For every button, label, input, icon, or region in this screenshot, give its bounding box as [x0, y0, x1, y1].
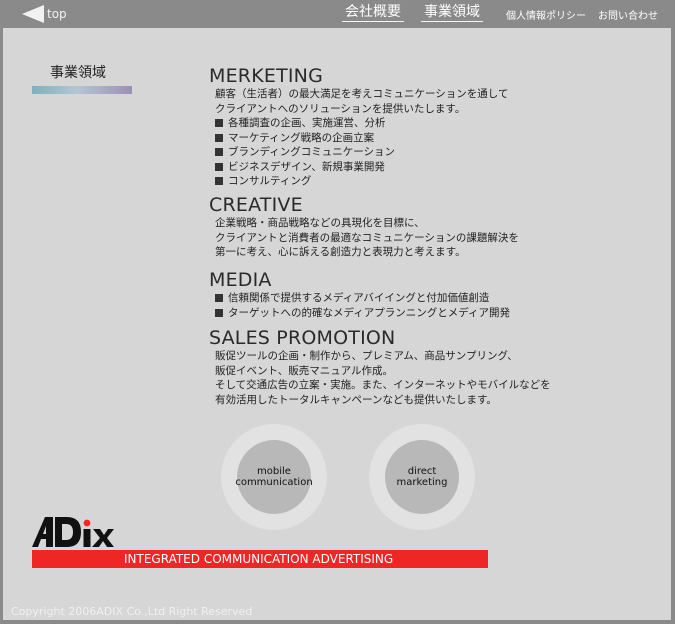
list-item: 各種調査の企画、実施運営、分析 [215, 116, 508, 131]
tagline-text: INTEGRATED COMMUNICATION ADVERTISING [124, 552, 394, 566]
nav-business-domain[interactable]: 事業領域 [421, 3, 483, 22]
section-body: 信頼関係で提供するメディアバイイングと付加価値創造 ターゲットへの的確なメディア… [215, 291, 510, 320]
square-bullet-icon [215, 308, 223, 317]
circle-label-line: marketing [396, 477, 448, 488]
square-bullet-icon [215, 119, 223, 127]
body-line: 販促イベント、販売マニュアル作成。 [215, 364, 393, 377]
side-gradient-bar [32, 86, 132, 94]
bullet-list: 信頼関係で提供するメディアバイイングと付加価値創造 ターゲットへの的確なメディア… [215, 291, 510, 320]
circle-inner: mobile communication [235, 440, 313, 514]
square-bullet-icon [215, 148, 223, 156]
section-title: SALES PROMOTION [209, 327, 396, 349]
adix-logo [32, 517, 114, 547]
body-line: 有効活用したトータルキャンペーンなども提供いたします。 [215, 393, 497, 406]
square-bullet-icon [215, 294, 223, 302]
mobile-communication-button[interactable]: mobile communication [221, 424, 327, 530]
list-item: マーケティング戦略の企画立案 [215, 131, 508, 146]
section-title: CREATIVE [209, 194, 303, 216]
body-line: 販促ツールの企画・制作から、プレミアム、商品サンプリング、 [215, 350, 518, 362]
circle-inner: direct marketing [385, 440, 459, 514]
section-media: MEDIA 信頼関係で提供するメディアバイイングと付加価値創造 ターゲットへの的… [209, 269, 510, 320]
nav-contact[interactable]: お問い合わせ [598, 7, 658, 22]
circle-label-line: mobile [257, 466, 291, 477]
square-bullet-icon [215, 133, 223, 142]
section-merketing: MERKETING 顧客（生活者）の最大満足を考えコミュニケーションを通して ク… [209, 65, 508, 189]
body-line: クライアントと消費者の最適なコミュニケーションの課題解決を [215, 231, 519, 244]
nav-company-overview[interactable]: 会社概要 [342, 3, 404, 22]
body-line: そして交通広告の立案・実施。また、インターネットやモバイルなどを [215, 379, 551, 391]
section-body: 企業戦略・商品戦略などの具現化を目標に、 クライアントと消費者の最適なコミュニケ… [215, 216, 519, 260]
section-body: 販促ツールの企画・制作から、プレミアム、商品サンプリング、 販促イベント、販売マ… [215, 349, 551, 407]
list-item: ターゲットへの的確なメディアプランニングとメディア開発 [215, 306, 510, 321]
direct-marketing-button[interactable]: direct marketing [369, 424, 475, 530]
list-item: 信頼関係で提供するメディアバイイングと付加価値創造 [215, 291, 510, 306]
side-heading: 事業領域 [50, 65, 106, 81]
circle-label-line: direct [407, 466, 437, 477]
section-creative: CREATIVE 企業戦略・商品戦略などの具現化を目標に、 クライアントと消費者… [209, 194, 519, 260]
top-navigation-bar: top 会社概要 事業領域 個人情報ポリシー お問い合わせ [0, 0, 675, 26]
nav-privacy-policy[interactable]: 個人情報ポリシー [506, 7, 586, 22]
list-item: コンサルティング [215, 174, 508, 189]
square-bullet-icon [215, 162, 223, 171]
tagline-banner: INTEGRATED COMMUNICATION ADVERTISING [32, 550, 488, 568]
back-to-top-label: top [47, 6, 67, 21]
circle-label-line: communication [235, 477, 313, 488]
square-bullet-icon [215, 177, 223, 185]
body-line: 顧客（生活者）の最大満足を考えコミュニケーションを通して [215, 88, 509, 100]
section-sales-promotion: SALES PROMOTION 販促ツールの企画・制作から、プレミアム、商品サン… [209, 327, 551, 407]
left-arrow-icon [22, 4, 44, 23]
section-title: MERKETING [209, 65, 324, 87]
back-to-top-link[interactable]: top [22, 4, 67, 23]
body-line: 第一に考え、心に訴える創造力と表現力と考えます。 [215, 246, 466, 258]
copyright-text: Copyright 2006ADIX Co.,Ltd Right Reserve… [11, 605, 253, 618]
list-item: ブランディングコミュニケーション [215, 145, 508, 160]
body-line: クライアントへのソリューションを提供いたします。 [215, 102, 466, 115]
list-item: ビジネスデザイン、新規事業開発 [215, 160, 508, 175]
section-body: 顧客（生活者）の最大満足を考えコミュニケーションを通して クライアントへのソリュ… [215, 87, 508, 189]
body-line: 企業戦略・商品戦略などの具現化を目標に、 [215, 217, 425, 229]
section-title: MEDIA [209, 269, 272, 291]
bullet-list: 各種調査の企画、実施運営、分析 マーケティング戦略の企画立案 ブランディングコミ… [215, 116, 508, 189]
